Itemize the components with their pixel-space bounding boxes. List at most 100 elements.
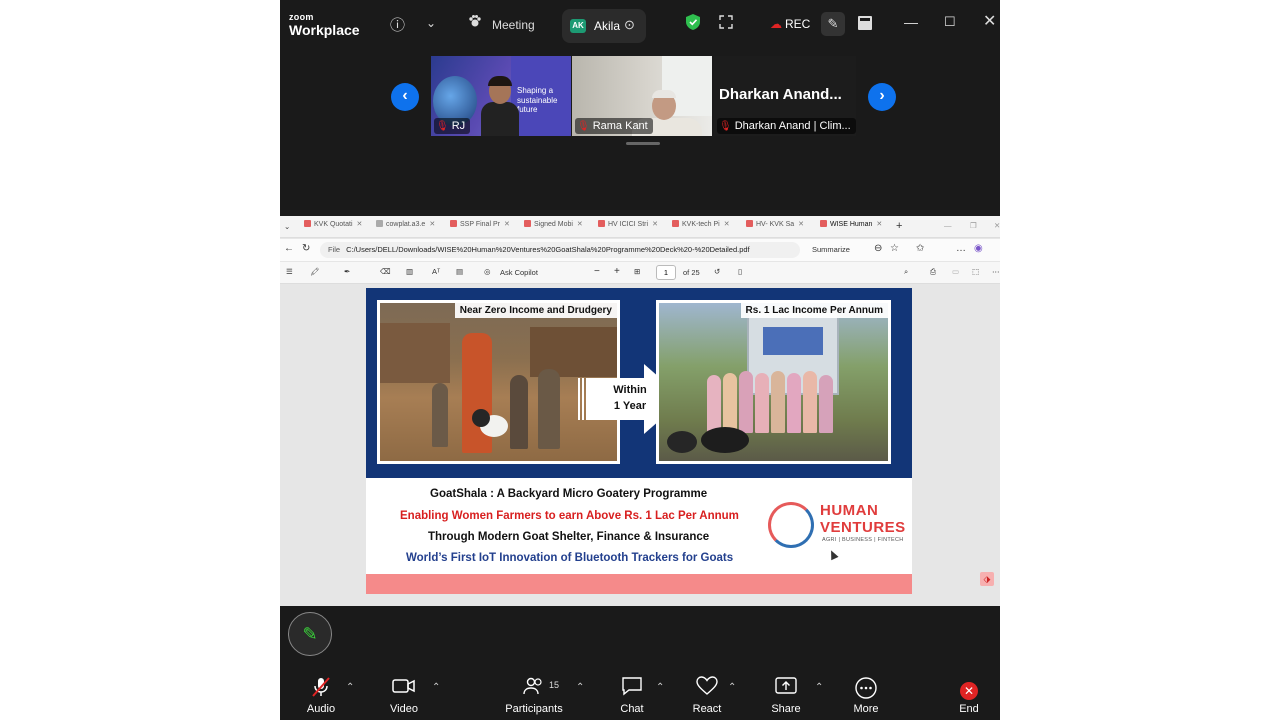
more-menu-icon[interactable]: … [956,243,966,254]
browser-tab[interactable]: cowplat.a3.e ✕ [376,220,440,236]
summarize-button[interactable]: Summarize [812,245,850,254]
chevron-down-icon[interactable]: ⌄ [426,16,436,30]
participant-video [481,76,519,136]
search-icon[interactable]: ⌕ [904,267,908,277]
page-total: of 25 [683,268,700,277]
previous-participants-button[interactable]: ‹ [391,83,419,111]
slide-title: GoatShala : A Backyard Micro Goatery Pro… [430,488,708,500]
window-restore-icon[interactable]: ❐ [970,221,977,230]
brand-tagline: AGRI | BUSINESS | FINTECH [822,537,904,543]
browser-tab[interactable]: HV ICICI Stri ✕ [598,220,662,236]
participant-strip: ‹ Shaping a sustainable future 🎙 RJ 🎙 Rama… [280,56,1000,145]
participant-tile-rama-kant[interactable]: 🎙 Rama Kant [572,56,712,136]
browser-tab[interactable]: SSP Final Pr ✕ [450,220,514,236]
more-button[interactable]: More [821,670,911,720]
pdf-toolbar: ☰ 🖍 ✒ ⌫ ▥ Aᵀ ▤ ◎ Ask Copilot − + ⊞ 1 of … [280,262,1000,284]
text-icon[interactable]: Aᵀ [432,267,440,276]
apps-icon[interactable] [858,16,872,34]
url-text: C:/Users/DELL/Downloads/WISE%20Human%20V… [346,245,750,254]
react-options-chevron-icon[interactable]: ⌃ [728,682,736,693]
meeting-label[interactable]: Meeting [492,18,535,32]
logo-top: zoom [289,12,314,22]
react-button[interactable]: React [662,670,752,720]
zoom-in-icon[interactable]: + [614,266,620,277]
browser-tab[interactable]: KVK-tech Pi ✕ [672,220,736,236]
contents-icon[interactable]: ☰ [286,267,293,276]
browser-tab[interactable]: KVK Quotati ✕ [304,220,368,236]
annotate-title-icon[interactable]: ✎ [821,12,845,36]
presenter-pill[interactable]: AK Akila ⊙ [562,9,646,43]
url-field[interactable]: File C:/Users/DELL/Downloads/WISE%20Human… [320,242,800,258]
end-button[interactable]: ✕ End [924,670,1000,720]
print-icon[interactable]: ⎙ [930,267,936,277]
page-number-input[interactable]: 1 [656,265,676,280]
focus-icon[interactable] [718,14,734,34]
share-button[interactable]: Share [741,670,831,720]
new-tab-icon[interactable]: + [896,220,902,232]
annotate-button[interactable]: ✎ [288,612,332,656]
pdf-icon: ⬗ [980,572,994,586]
favorites-icon[interactable]: ✩ [916,243,924,254]
end-label: End [959,703,979,715]
record-dot-icon: ☁ [770,17,782,31]
participants-button[interactable]: Participants [489,670,579,720]
read-aloud-icon[interactable]: ▥ [406,267,413,276]
meeting-toolbar: Audio ⌃ Video ⌃ Participants 15 ⌃ Chat ⌃ [280,670,1000,720]
draw-icon[interactable]: ✒ [344,267,350,276]
erase-icon[interactable]: ⌫ [380,267,391,276]
maximize-icon[interactable]: ☐ [944,14,956,30]
window-minimize-icon[interactable]: — [944,221,952,230]
strip-resize-handle[interactable] [626,142,660,145]
participant-count: 15 [549,680,560,690]
back-icon[interactable]: ← [284,243,294,254]
ask-copilot-button[interactable]: Ask Copilot [500,268,538,277]
save-icon[interactable]: ▭ [952,267,959,276]
participant-name: Dharkan Anand | Clim... [734,120,851,132]
zoom-logo: zoom Workplace [289,12,360,38]
mic-muted-icon: 🎙 [436,121,449,132]
minimize-icon[interactable]: — [904,14,918,30]
browser-tab[interactable]: Signed Mobi ✕ [524,220,588,236]
copilot-icon[interactable]: ◉ [974,243,983,254]
participants-label: Participants [505,703,563,715]
close-icon[interactable]: ✕ [983,11,996,31]
mouse-cursor-icon [827,548,839,561]
favorite-icon[interactable]: ☆ [890,243,899,254]
reload-icon[interactable]: ↻ [302,243,310,254]
video-button[interactable]: Video [359,670,449,720]
participant-tile-rj[interactable]: Shaping a sustainable future 🎙 RJ [431,56,571,136]
browser-tab[interactable]: HV- KVK Sa ✕ [746,220,810,236]
more-dots-icon [821,676,911,700]
fit-page-icon[interactable]: ⊞ [634,267,640,276]
brand-line-1: HUMAN [820,502,879,519]
browser-tab-bar: ⌄ KVK Quotati ✕ cowplat.a3.e ✕ SSP Final P… [280,216,1000,238]
people-icon [489,676,579,700]
zoom-icon[interactable]: ⊖ [874,243,882,254]
browser-tab-active[interactable]: WISE Human ✕ [820,220,886,236]
pdf-slide: Near Zero Income and Drudgery Within 1 Y… [366,288,912,594]
shield-icon[interactable] [686,14,700,34]
tab-list-chevron-icon[interactable]: ⌄ [284,222,290,231]
presenter-name: Akila [594,19,621,33]
pdf-more-icon[interactable]: ⋯ [992,267,1000,276]
audio-options-chevron-icon[interactable]: ⌃ [346,682,354,693]
page-view-icon[interactable]: ▯ [738,267,742,276]
copilot-small-icon: ◎ [484,267,491,276]
translate-icon[interactable]: ▤ [456,267,463,276]
info-icon[interactable]: ⓘ [390,14,405,35]
audio-button[interactable]: Audio [280,670,366,720]
more-options-icon[interactable]: ⊙ [624,17,635,33]
video-options-chevron-icon[interactable]: ⌃ [432,682,440,693]
more-label: More [853,703,879,715]
rotate-icon[interactable]: ↺ [714,267,720,276]
save-as-icon[interactable]: ⬚ [972,267,979,276]
participant-tile-dharkan-anand[interactable]: Dharkan Anand... 🎙 Dharkan Anand | Clim..… [714,56,856,136]
participants-options-chevron-icon[interactable]: ⌃ [576,682,584,693]
participant-name-tag: 🎙 Rama Kant [575,118,653,134]
highlight-icon[interactable]: 🖍 [310,267,320,276]
window-close-icon[interactable]: ✕ [994,221,1000,230]
mic-muted-icon: 🎙 [719,121,732,132]
next-participants-button[interactable]: › [868,83,896,111]
recording-indicator[interactable]: ☁ REC [770,17,810,31]
zoom-out-icon[interactable]: − [594,266,600,277]
